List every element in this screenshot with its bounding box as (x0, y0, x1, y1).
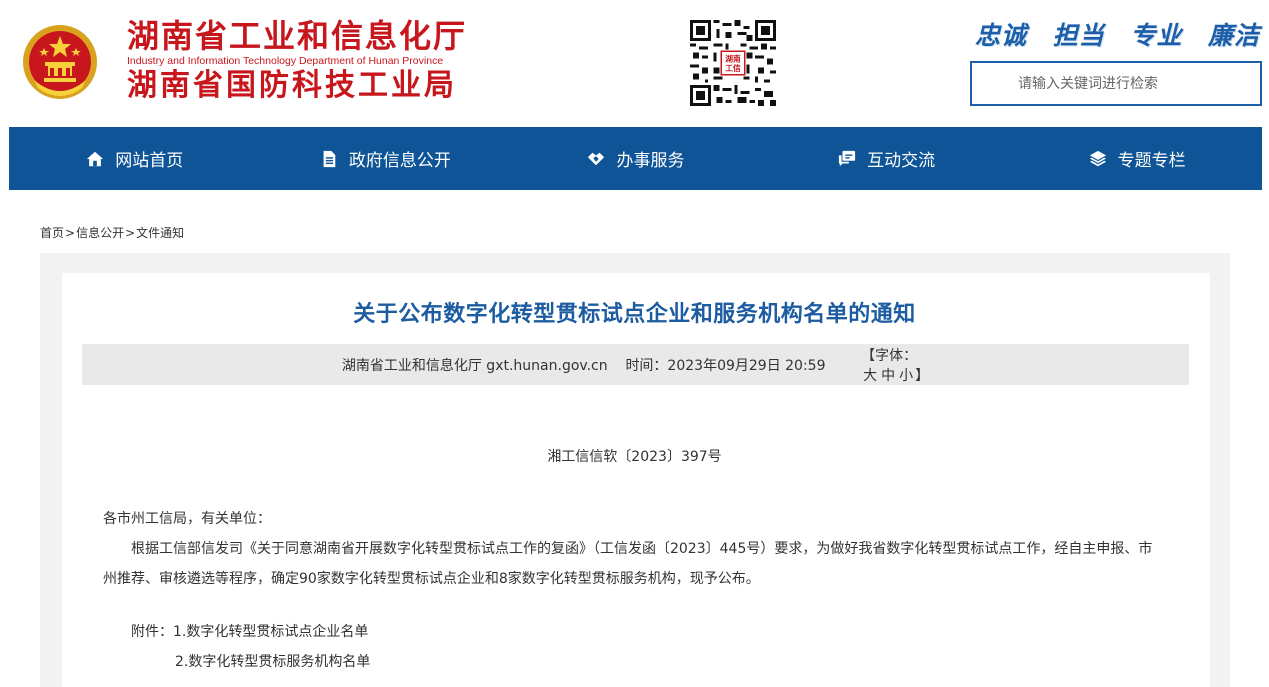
qr-code-icon: 湖南 工信 (690, 20, 776, 106)
document-number: 湘工信信软〔2023〕397号 (547, 449, 722, 465)
breadcrumb: 首页>信息公开>文件通知 (40, 224, 184, 241)
nav-item-gov-info-label: 政府信息公开 (348, 151, 451, 171)
site-title-cn: 湖南省工业和信息化厅 (127, 17, 468, 55)
chat-icon (837, 149, 857, 169)
home-icon (85, 149, 105, 169)
nav-item-services-label: 办事服务 (616, 151, 685, 171)
attachment-link-service-orgs[interactable]: 2.数字化转型贯标服务机构名单 (175, 654, 370, 670)
breadcrumb-current-link[interactable]: 文件通知 (136, 226, 184, 240)
site-title-en: Industry and Information Technology Depa… (127, 55, 444, 67)
font-size-prefix: 【字体： (861, 347, 918, 364)
svg-text:工信: 工信 (725, 63, 741, 73)
site-title-block: 湖南省工业和信息化厅 Industry and Information Tech… (127, 18, 507, 104)
layers-icon (1088, 149, 1108, 169)
font-size-switcher: 【字体： 大中小】 (843, 329, 929, 401)
breadcrumb-section-link[interactable]: 信息公开 (76, 226, 124, 240)
nav-item-interaction[interactable]: 互动交流 (761, 127, 1012, 190)
slogan-bar: 忠诚 担当 专业 廉洁 (975, 16, 1260, 52)
article-meta-bar: 湖南省工业和信息化厅 gxt.hunan.gov.cn 时间：2023年09月2… (82, 344, 1189, 385)
site-subtitle-cn: 湖南省国防科技工业局 (127, 68, 457, 103)
font-size-small-link[interactable]: 小 (899, 368, 913, 384)
font-size-suffix: 】 (915, 367, 930, 384)
nav-item-interaction-label: 互动交流 (867, 151, 936, 171)
nav-item-gov-info[interactable]: 政府信息公开 (260, 127, 511, 190)
meta-spacer (608, 357, 626, 373)
slogan-professional: 专业 (1130, 21, 1183, 50)
svg-text:湖南: 湖南 (725, 54, 741, 64)
breadcrumb-separator: > (65, 226, 76, 240)
document-icon (319, 149, 339, 169)
breadcrumb-separator: > (125, 226, 136, 240)
attachment-row: 附件：1.数字化转型贯标试点企业名单 (131, 617, 370, 647)
nav-item-home[interactable]: 网站首页 (9, 127, 260, 190)
search-input[interactable] (972, 63, 1260, 104)
article-paragraph: 根据工信部信发司《关于同意湖南省开展数字化转型贯标试点工作的复函》（工信发函〔2… (103, 541, 1153, 587)
article-title: 关于公布数字化转型贯标试点企业和服务机构名单的通知 (353, 302, 916, 327)
font-size-medium-link[interactable]: 中 (881, 368, 895, 384)
breadcrumb-home-link[interactable]: 首页 (40, 226, 64, 240)
slogan-loyalty: 忠诚 (975, 21, 1028, 50)
attachments-label: 附件： (131, 624, 173, 640)
national-emblem-icon (20, 22, 100, 102)
article-body: 各市州工信局，有关单位： 根据工信部信发司《关于同意湖南省开展数字化转型贯标试点… (103, 504, 1163, 594)
search-box (970, 61, 1262, 106)
attachment-row: 2.数字化转型贯标服务机构名单 (131, 647, 370, 677)
attachment-link-enterprises[interactable]: 1.数字化转型贯标试点企业名单 (173, 624, 368, 640)
slogan-integrity: 廉洁 (1207, 21, 1260, 50)
article-time: 时间：2023年09月29日 20:59 (625, 357, 826, 374)
attachments-list: 附件：1.数字化转型贯标试点企业名单 2.数字化转型贯标服务机构名单 (131, 617, 370, 677)
slogan-responsibility: 担当 (1052, 21, 1105, 50)
handshake-icon (586, 149, 606, 169)
font-size-large-link[interactable]: 大 (863, 368, 877, 384)
nav-item-topics[interactable]: 专题专栏 (1011, 127, 1262, 190)
nav-item-home-label: 网站首页 (115, 151, 184, 171)
site-header: 湖南省工业和信息化厅 Industry and Information Tech… (0, 0, 1269, 127)
article-source: 湖南省工业和信息化厅 gxt.hunan.gov.cn (341, 357, 608, 374)
article-salutation: 各市州工信局，有关单位： (103, 511, 271, 527)
nav-item-topics-label: 专题专栏 (1117, 151, 1186, 171)
nav-item-services[interactable]: 办事服务 (510, 127, 761, 190)
meta-spacer (826, 357, 844, 373)
main-nav: 网站首页 政府信息公开 办事服务 互动交流 专题专栏 (9, 127, 1262, 190)
